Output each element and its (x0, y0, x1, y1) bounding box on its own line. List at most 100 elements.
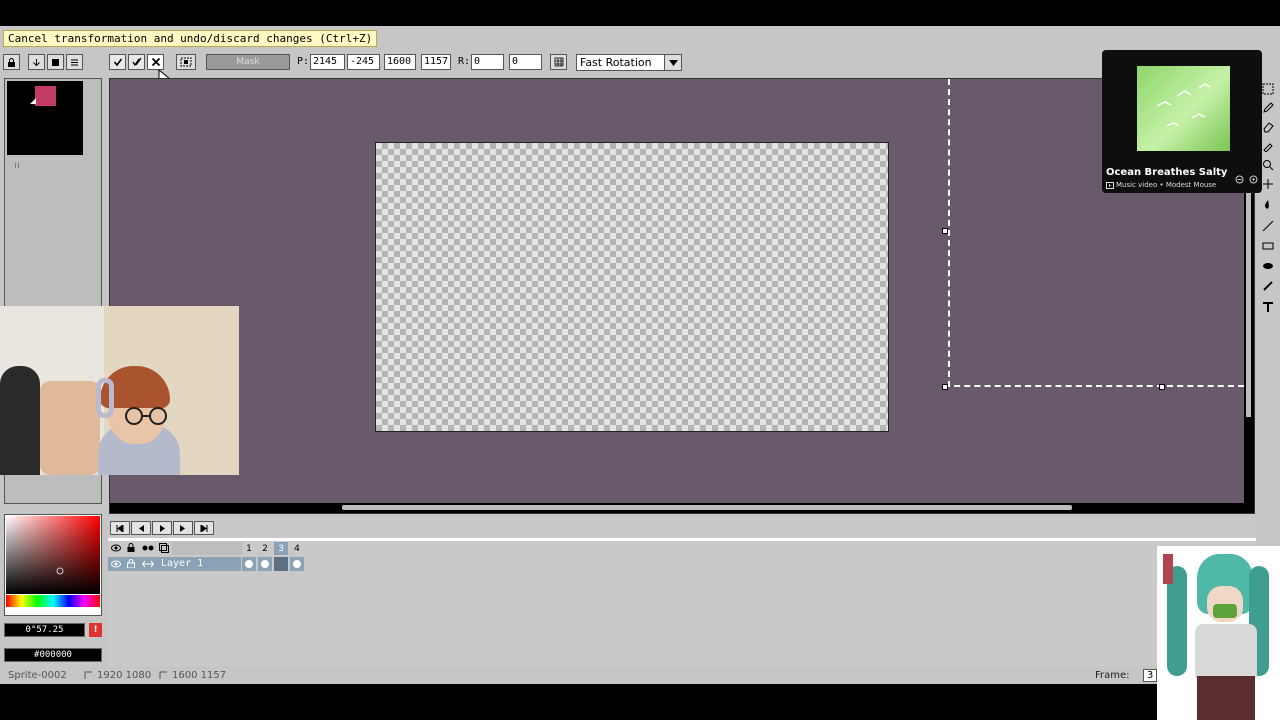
aseprite-window: Cancel transformation and undo/discard c… (0, 0, 1280, 720)
tooltip: Cancel transformation and undo/discard c… (3, 30, 378, 47)
text-tool-icon[interactable] (1259, 298, 1276, 315)
visibility-icon[interactable] (111, 544, 121, 552)
character-body (1195, 624, 1257, 682)
previous-frame-button[interactable] (131, 521, 151, 535)
canvas-size: 1920 1080 (97, 670, 152, 681)
webcam-background (40, 381, 100, 475)
color-picker[interactable] (4, 514, 102, 616)
warning-icon[interactable]: ! (89, 623, 102, 637)
sprite-canvas[interactable] (375, 142, 889, 432)
first-frame-button[interactable] (110, 521, 130, 535)
transform-handle-bottom[interactable] (1159, 384, 1165, 390)
continuous-icon[interactable] (142, 544, 154, 552)
color-angle-field[interactable]: 0°57.25 (4, 623, 85, 637)
status-bar: Sprite-0002 1920 1080 1600 1157 Frame: 3 (0, 667, 1280, 684)
frame-label: Frame: (1095, 670, 1130, 681)
minus-circle-icon[interactable] (1235, 175, 1244, 184)
birds-artwork-icon (1156, 83, 1211, 127)
character-overlay (1157, 546, 1280, 720)
selection-edge-horizontal (944, 385, 1244, 387)
menu-icon[interactable] (66, 54, 83, 70)
frame-header-2[interactable]: 2 (258, 542, 272, 555)
character-leek (1213, 604, 1237, 618)
frame-header-3[interactable]: 3 (274, 542, 288, 555)
music-widget: Ocean Breathes Salty Music video • Modes… (1102, 50, 1262, 193)
webcam-overlay (0, 306, 239, 475)
cel-1[interactable] (242, 557, 256, 571)
angle-field[interactable]: 0 (471, 54, 504, 70)
top-menu-strip (0, 0, 1280, 26)
line-tool-icon[interactable] (1259, 217, 1276, 234)
rotation-algorithm-value: Fast Rotation (580, 56, 652, 69)
selection-size: 1600 1157 (172, 670, 227, 681)
width-field[interactable]: 1600 (384, 54, 416, 70)
layer-row[interactable]: Layer 1 (108, 557, 308, 571)
canvas-size-icon (84, 671, 92, 679)
blur-tool-icon[interactable] (1259, 277, 1276, 294)
apply-transform-button[interactable] (109, 54, 126, 70)
onion-skin-icon[interactable] (159, 543, 169, 553)
hue-slider[interactable] (6, 595, 100, 607)
mask-button[interactable]: Mask (206, 54, 290, 70)
chevron-down-icon (664, 55, 681, 70)
rotation-label: R: (458, 56, 471, 67)
character-hair-tie (1163, 554, 1173, 584)
cel-2[interactable] (258, 557, 272, 571)
track-subtitle: Music video • Modest Mouse (1116, 181, 1217, 189)
album-art (1137, 66, 1230, 151)
arrow-down-icon[interactable] (28, 54, 45, 70)
transform-handle-left[interactable] (942, 228, 948, 234)
frame-header-4[interactable]: 4 (290, 542, 304, 555)
hex-color-field[interactable]: #000000 (4, 648, 102, 662)
layer-header-blank (172, 542, 242, 555)
transform-handle-bottom-left[interactable] (942, 384, 948, 390)
palette-area (7, 81, 83, 155)
cel-3[interactable] (274, 557, 288, 571)
layer-name[interactable]: Layer 1 (159, 557, 241, 571)
timeline: 1 2 3 4 Layer 1 (108, 518, 1256, 666)
position-y-field[interactable]: -245 (347, 54, 380, 70)
cancel-transform-button[interactable] (147, 54, 164, 70)
video-icon (1106, 182, 1114, 189)
cel-4[interactable] (290, 557, 304, 571)
position-label: P: (297, 56, 310, 67)
apply-all-button[interactable] (128, 54, 145, 70)
frame-number-field[interactable]: 3 (1143, 669, 1157, 682)
layer-lock-icon[interactable] (127, 559, 135, 568)
track-title: Ocean Breathes Salty (1106, 167, 1228, 178)
primary-color-swatch[interactable] (34, 85, 57, 107)
selection-edge-vertical (948, 79, 950, 387)
headphones (96, 378, 114, 418)
character-skirt (1197, 676, 1255, 720)
color-cursor-icon (56, 567, 64, 575)
saturation-value-field[interactable] (6, 516, 100, 594)
corner-marker-icon (30, 98, 36, 104)
next-frame-button[interactable] (173, 521, 193, 535)
canvas-editor[interactable] (109, 78, 1255, 514)
play-button[interactable] (152, 521, 172, 535)
position-x-field[interactable]: 2145 (310, 54, 345, 70)
lock-layers-icon[interactable] (127, 543, 135, 552)
frame-header-1[interactable]: 1 (242, 542, 256, 555)
last-frame-button[interactable] (194, 521, 214, 535)
height-field[interactable]: 1157 (421, 54, 451, 70)
plus-circle-icon[interactable] (1249, 175, 1258, 184)
glasses (125, 407, 167, 425)
contour-tool-icon[interactable] (1259, 257, 1276, 274)
grip-icon[interactable] (15, 163, 19, 168)
layer-continuous-icon[interactable] (142, 560, 154, 568)
rectangle-tool-icon[interactable] (1259, 237, 1276, 254)
selection-mode-icon[interactable] (176, 54, 196, 70)
save-icon[interactable] (47, 54, 64, 70)
bottom-black-bar (0, 684, 1280, 720)
sprite-name: Sprite-0002 (8, 670, 67, 681)
rotation-algorithm-select[interactable]: Fast Rotation (576, 54, 682, 71)
paint-bucket-tool-icon[interactable] (1259, 196, 1276, 213)
skew-field[interactable]: 0 (509, 54, 542, 70)
horizontal-scrollbar[interactable] (110, 503, 1254, 513)
webcam-chair (0, 366, 40, 475)
grid-icon[interactable] (550, 54, 567, 70)
horizontal-scroll-thumb[interactable] (342, 505, 1072, 510)
layer-visibility-icon[interactable] (111, 560, 121, 568)
lock-icon[interactable] (3, 54, 20, 70)
